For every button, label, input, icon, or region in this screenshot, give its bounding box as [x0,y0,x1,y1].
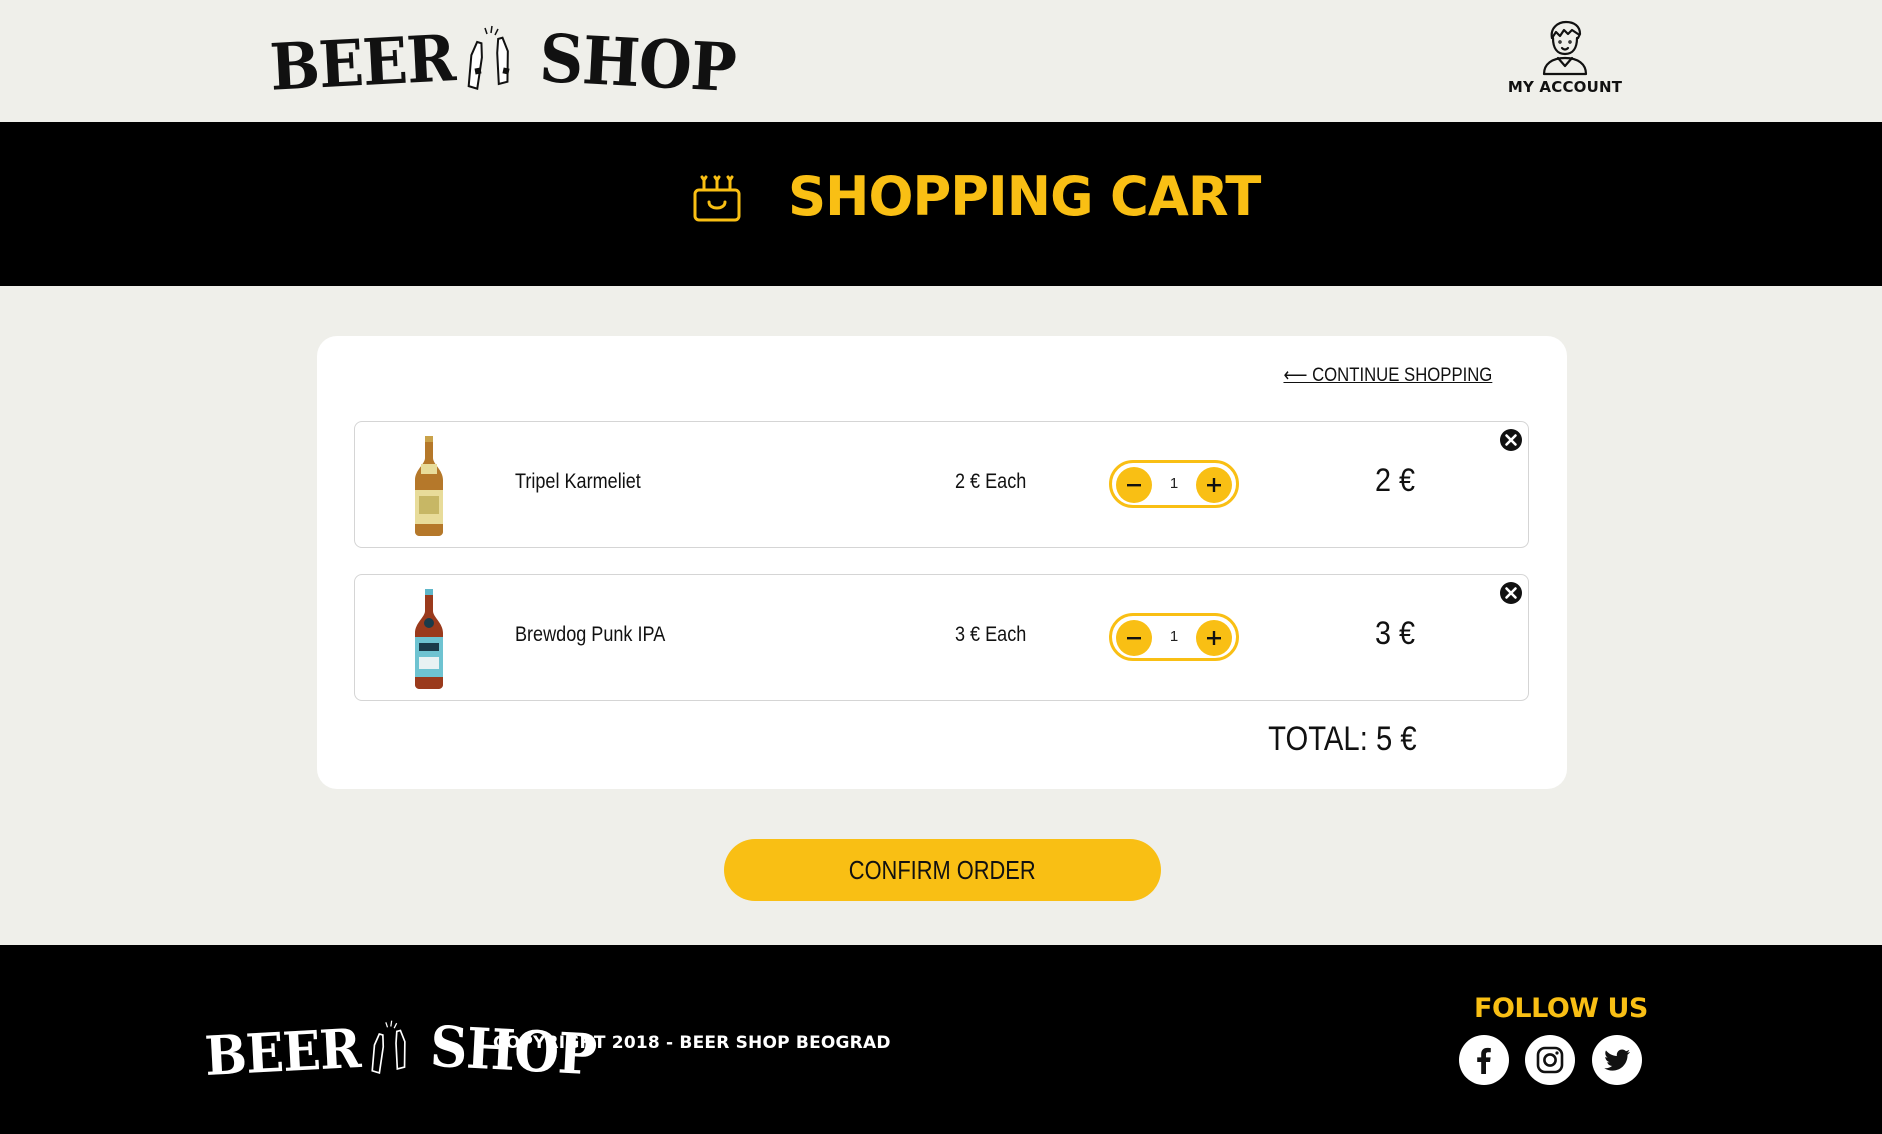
follow-us-heading: FOLLOW US [1474,993,1648,1024]
continue-shopping-link[interactable]: ⟵ CONTINUE SHOPPING [1283,364,1492,387]
increase-quantity-button[interactable] [1196,620,1232,656]
beer-bottle-image [415,436,443,536]
item-unit-price: 2 € Each [955,470,1027,493]
item-line-total: 3 € [1375,615,1416,651]
cart-item: Tripel Karmeliet 2 € Each 1 2 € [354,421,1529,548]
plus-icon [1207,478,1221,492]
item-line-total: 2 € [1375,462,1416,498]
cart-panel: ⟵ CONTINUE SHOPPING Tripel Karmeliet 2 €… [317,336,1567,789]
my-account-link[interactable]: MY ACCOUNT [1500,18,1630,96]
bottles-icon [371,1020,406,1074]
cart-total: TOTAL: 5 € [1268,720,1417,758]
facebook-icon [1477,1047,1491,1074]
confirm-order-label: CONFIRM ORDER [849,854,1036,885]
plus-icon [1207,631,1221,645]
logo-word-beer: BEER [203,1015,362,1089]
copyright-text: COPYRIGHT 2018 - BEER SHOP BEOGRAD [493,1033,891,1053]
user-icon [1542,20,1588,76]
increase-quantity-button[interactable] [1196,467,1232,503]
quantity-stepper: 1 [1109,460,1239,508]
logo[interactable]: BEER SHOP [262,16,744,107]
my-account-label: MY ACCOUNT [1507,78,1623,96]
close-icon[interactable] [1499,581,1523,605]
close-icon[interactable] [1499,428,1523,452]
instagram-icon [1536,1046,1564,1074]
item-name: Tripel Karmeliet [515,470,641,493]
cart-icon [693,175,741,222]
item-name: Brewdog Punk IPA [515,623,666,646]
logo-word-beer: BEER [268,21,457,106]
beer-bottle-image [415,589,443,689]
bottles-icon [467,25,510,90]
item-unit-price: 3 € Each [955,623,1027,646]
footer: BEER SHOP COPYRIGHT 2018 - BEER SHOP BEO… [0,945,1882,1134]
twitter-icon [1604,1049,1631,1071]
confirm-order-button[interactable]: CONFIRM ORDER [724,839,1161,901]
twitter-link[interactable] [1592,1035,1642,1085]
logo-word-shop: SHOP [537,18,738,108]
page-title: SHOPPING CART [788,165,1261,228]
instagram-link[interactable] [1525,1035,1575,1085]
top-header: BEER SHOP MY ACCOUNT [0,0,1882,122]
quantity-stepper: 1 [1109,613,1239,661]
page-banner: SHOPPING CART [0,122,1882,286]
facebook-link[interactable] [1459,1035,1509,1085]
cart-item: Brewdog Punk IPA 3 € Each 1 3 € [354,574,1529,701]
